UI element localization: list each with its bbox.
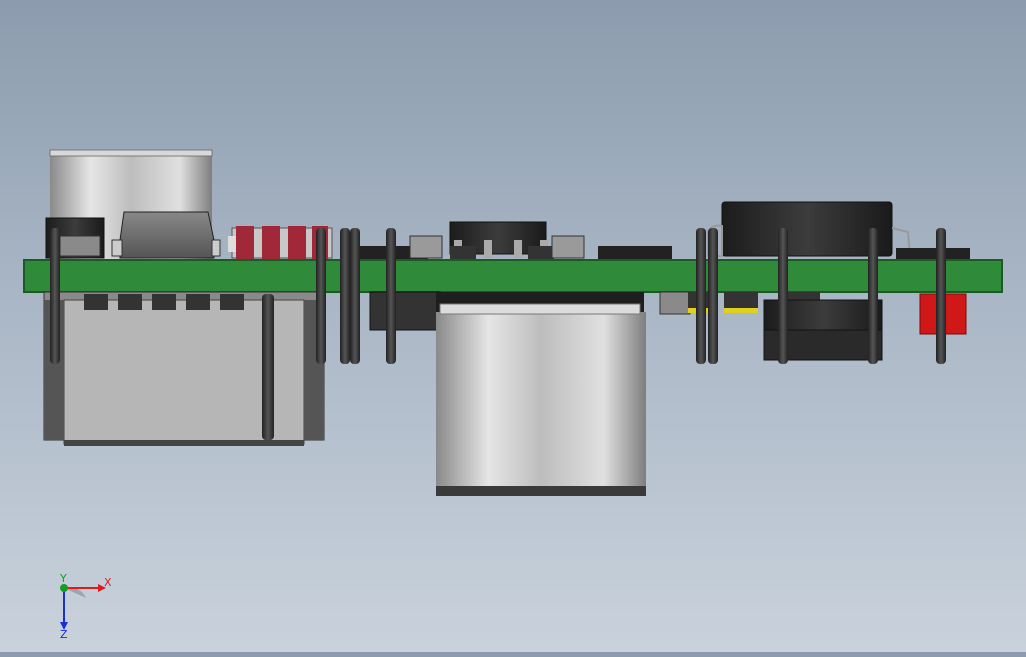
y-axis-dot	[60, 584, 68, 592]
bottom-connector	[43, 291, 325, 446]
pcb-board	[23, 259, 1003, 293]
bottom-electrolytic-capacitor	[436, 303, 646, 496]
x-axis-label: X	[104, 576, 112, 589]
grey-ic-package	[111, 211, 221, 259]
black-relay	[707, 201, 911, 257]
axis-triad: X Y Z	[48, 570, 118, 641]
y-axis-label: Y	[59, 572, 67, 585]
pcb-model	[23, 149, 1003, 496]
z-axis-label: Z	[60, 628, 68, 640]
3d-viewport[interactable]	[0, 0, 1026, 652]
